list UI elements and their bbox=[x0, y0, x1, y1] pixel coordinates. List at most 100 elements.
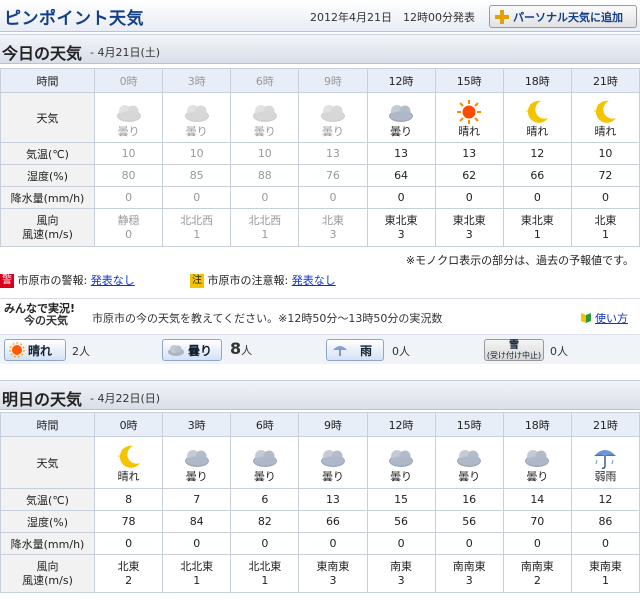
warning-label: 市原市の警報: bbox=[17, 274, 88, 287]
past-forecast-note: ※モノクロ表示の部分は、過去の予報値です。 bbox=[405, 254, 634, 267]
cloudy-icon bbox=[504, 444, 570, 470]
umbrella-icon bbox=[333, 346, 347, 356]
row-label: 時間 bbox=[0, 68, 95, 93]
wind-cell: 静穏 0 bbox=[93, 208, 164, 247]
add-personal-weather-button[interactable]: パーソナル天気に追加 bbox=[489, 5, 637, 28]
weather-cell: 晴れ bbox=[570, 92, 640, 143]
wind-speed: 1 bbox=[261, 227, 269, 241]
humidity-cell: 88 bbox=[230, 164, 300, 187]
row-label-wind: 風向 風速(m/s) bbox=[0, 554, 95, 593]
humidity-cell: 86 bbox=[570, 510, 640, 533]
row-label: 湿度(%) bbox=[0, 164, 95, 187]
howto-link[interactable]: 使い方 bbox=[580, 310, 628, 326]
cloudy-count: 8人 bbox=[230, 339, 252, 358]
precip-cell: 0 bbox=[366, 186, 436, 209]
humidity-cell: 56 bbox=[366, 510, 436, 533]
report-rain-button[interactable]: 雨 bbox=[326, 339, 384, 361]
cloudy-icon bbox=[300, 99, 366, 125]
beginner-leaf-icon bbox=[581, 313, 591, 323]
weather-cell: 曇り bbox=[366, 436, 436, 489]
wind-direction: 北北東 bbox=[248, 559, 282, 573]
wind-speed-label: 風速(m/s) bbox=[22, 227, 73, 241]
weather-cell: 曇り bbox=[298, 436, 368, 489]
light-rain-icon bbox=[572, 444, 638, 470]
weather-cell: 弱雨 bbox=[570, 436, 640, 489]
wind-speed: 3 bbox=[465, 227, 473, 241]
weather-cell: 晴れ bbox=[93, 436, 164, 489]
cloudy-icon bbox=[300, 444, 366, 470]
wind-direction: 北北西 bbox=[180, 213, 214, 227]
row-label-wind: 風向 風速(m/s) bbox=[0, 208, 95, 247]
report-sunny-label: 晴れ bbox=[28, 343, 53, 358]
wind-cell: 南南東 3 bbox=[434, 554, 504, 593]
wind-direction: 静穏 bbox=[117, 213, 140, 227]
wind-cell: 東北東 3 bbox=[434, 208, 504, 247]
clear-night-icon bbox=[504, 99, 570, 125]
wind-speed: 0 bbox=[125, 227, 133, 241]
wind-speed: 2 bbox=[125, 573, 133, 587]
forecast-row-weather: 天気 曇り 曇り 曇り 曇り 曇り 晴れ 晴れ 晴れ bbox=[0, 92, 640, 143]
precip-cell: 0 bbox=[434, 532, 504, 555]
precip-cell: 0 bbox=[570, 532, 640, 555]
live-report-logo: みんなで実況! 今の天気 bbox=[4, 303, 75, 327]
title-bar: ピンポイント天気 2012年4月21日 12時00分発表 パーソナル天気に追加 bbox=[0, 0, 640, 32]
warning-badge: 警 bbox=[0, 274, 14, 288]
forecast-row-wind: 風向 風速(m/s) 北東 2 北北東 1 北北東 1 東南東 3 南東 3 南南東 3 南南東 2 東南東 1 bbox=[0, 554, 640, 593]
precip-cell: 0 bbox=[366, 532, 436, 555]
condition-text: 曇り bbox=[390, 470, 413, 483]
hour-cell: 9時 bbox=[298, 412, 368, 437]
cloudy-icon bbox=[164, 99, 230, 125]
condition-text: 晴れ bbox=[594, 125, 617, 138]
wind-speed: 1 bbox=[193, 227, 201, 241]
cloudy-count-number: 8 bbox=[230, 339, 242, 358]
live-report-bar: 晴れ 2人 曇り 8人 雨 0人 雪 (受け付け中止) 0人 bbox=[0, 334, 640, 364]
cloudy-icon bbox=[232, 444, 298, 470]
condition-text: 曇り bbox=[321, 125, 344, 138]
tomorrow-heading-bar: 明日の天気 - 4月22日(日) bbox=[0, 380, 640, 410]
wind-speed-label: 風速(m/s) bbox=[22, 573, 73, 587]
hour-cell: 21時 bbox=[570, 412, 640, 437]
condition-text: 曇り bbox=[253, 470, 276, 483]
wind-cell: 北東 2 bbox=[93, 554, 164, 593]
temp-cell: 13 bbox=[434, 142, 504, 165]
precip-cell: 0 bbox=[93, 186, 164, 209]
wind-speed: 1 bbox=[261, 573, 269, 587]
temp-cell: 16 bbox=[434, 488, 504, 511]
temp-cell: 10 bbox=[93, 142, 164, 165]
temp-cell: 12 bbox=[570, 488, 640, 511]
rain-count: 0人 bbox=[392, 345, 410, 358]
humidity-cell: 66 bbox=[298, 510, 368, 533]
report-cloudy-button[interactable]: 曇り bbox=[162, 339, 222, 361]
advisory-link[interactable]: 発表なし bbox=[292, 274, 336, 287]
cloudy-icon bbox=[164, 444, 230, 470]
precip-cell: 0 bbox=[93, 532, 164, 555]
hour-cell: 6時 bbox=[230, 412, 300, 437]
forecast-row-weather: 天気 晴れ 曇り 曇り 曇り 曇り 曇り 曇り 弱雨 bbox=[0, 436, 640, 489]
forecast-row-prec: 降水量(mm/h) 0 0 0 0 0 0 0 0 bbox=[0, 186, 640, 209]
precip-cell: 0 bbox=[162, 186, 232, 209]
report-rain-label: 雨 bbox=[360, 343, 373, 358]
wind-cell: 北北西 1 bbox=[162, 208, 232, 247]
wind-cell: 北北東 1 bbox=[162, 554, 232, 593]
report-sunny-button[interactable]: 晴れ bbox=[4, 339, 66, 361]
precip-cell: 0 bbox=[298, 532, 368, 555]
forecast-row-hum: 湿度(%) 80 85 88 76 64 62 66 72 bbox=[0, 164, 640, 187]
hour-cell: 12時 bbox=[366, 68, 436, 93]
temp-cell: 10 bbox=[570, 142, 640, 165]
wind-direction: 南南東 bbox=[452, 559, 486, 573]
hour-cell: 0時 bbox=[93, 412, 164, 437]
wind-dir-label: 風向 bbox=[36, 559, 59, 573]
row-label: 湿度(%) bbox=[0, 510, 95, 533]
warning-link[interactable]: 発表なし bbox=[91, 274, 135, 287]
row-label: 天気 bbox=[0, 436, 95, 489]
clear-night-icon bbox=[572, 99, 638, 125]
humidity-cell: 56 bbox=[434, 510, 504, 533]
wind-cell: 北北西 1 bbox=[230, 208, 300, 247]
cloudy-count-unit: 人 bbox=[241, 344, 253, 357]
today-heading-bar: 今日の天気 - 4月21日(土) bbox=[0, 34, 640, 64]
humidity-cell: 64 bbox=[366, 164, 436, 187]
advisory-badge: 注 bbox=[190, 274, 204, 288]
live-report-logo-line2: 今の天気 bbox=[24, 314, 68, 327]
humidity-cell: 66 bbox=[502, 164, 572, 187]
forecast-row-hours: 時間 0時 3時 6時 9時 12時 15時 18時 21時 bbox=[0, 68, 640, 93]
